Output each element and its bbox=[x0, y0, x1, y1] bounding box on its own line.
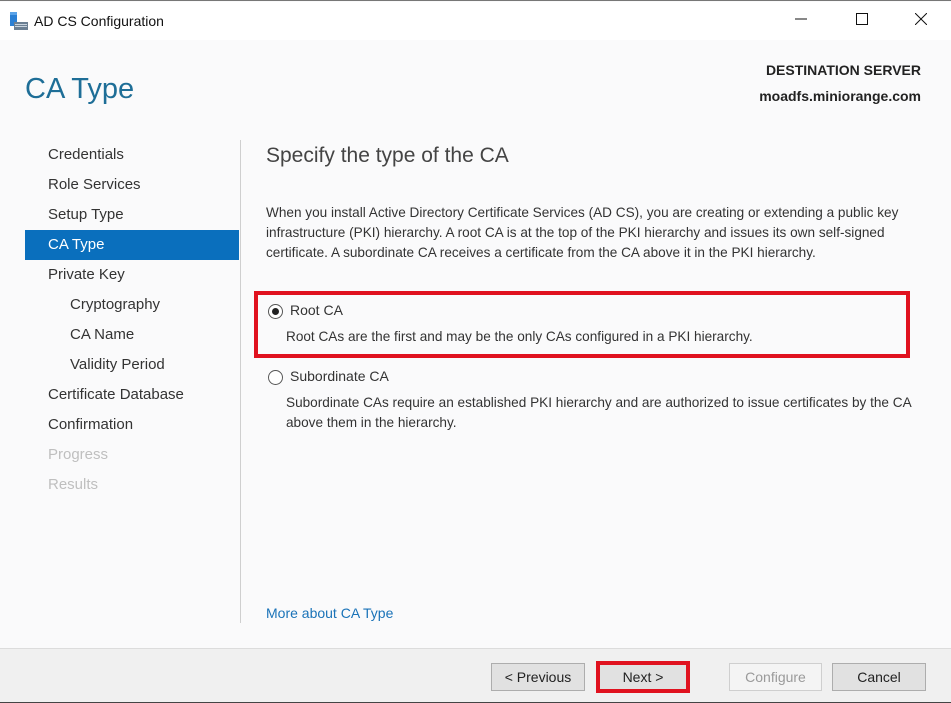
wizard-footer: < Previous Next > Configure Cancel bbox=[0, 648, 951, 703]
page-title: CA Type bbox=[25, 73, 135, 105]
cancel-button[interactable]: Cancel bbox=[832, 663, 926, 691]
close-button[interactable] bbox=[892, 2, 950, 40]
nav-item-ca-type[interactable]: CA Type bbox=[25, 230, 239, 260]
root-ca-description: Root CAs are the first and may be the on… bbox=[286, 329, 753, 344]
wizard-steps-nav: Credentials Role Services Setup Type CA … bbox=[25, 140, 239, 500]
root-ca-radio[interactable] bbox=[268, 304, 283, 319]
nav-item-results: Results bbox=[48, 476, 99, 493]
configure-button: Configure bbox=[729, 663, 822, 691]
maximize-icon bbox=[856, 12, 868, 30]
ca-type-description: When you install Active Directory Certif… bbox=[266, 205, 899, 260]
subordinate-ca-label[interactable]: Subordinate CA bbox=[290, 368, 389, 384]
root-ca-highlight-annotation bbox=[254, 291, 910, 358]
root-ca-label[interactable]: Root CA bbox=[290, 302, 343, 318]
main-content: Specify the type of the CA When you inst… bbox=[266, 141, 926, 260]
nav-item-certificate-database[interactable]: Certificate Database bbox=[25, 380, 239, 410]
server-icon bbox=[9, 12, 29, 32]
nav-item-progress: Progress bbox=[48, 446, 109, 463]
nav-item-cryptography[interactable]: Cryptography bbox=[25, 290, 239, 320]
nav-item-ca-name[interactable]: CA Name bbox=[25, 320, 239, 350]
subordinate-ca-description: Subordinate CAs require an established P… bbox=[286, 395, 911, 430]
nav-item-private-key[interactable]: Private Key bbox=[25, 260, 239, 290]
nav-item-credentials[interactable]: Credentials bbox=[25, 140, 239, 170]
section-heading: Specify the type of the CA bbox=[266, 144, 509, 167]
title-bar: AD CS Configuration bbox=[0, 2, 951, 40]
nav-item-confirmation[interactable]: Confirmation bbox=[25, 410, 239, 440]
nav-item-setup-type[interactable]: Setup Type bbox=[25, 200, 239, 230]
nav-item-validity-period[interactable]: Validity Period bbox=[25, 350, 239, 380]
sidebar-divider bbox=[240, 140, 241, 623]
destination-server-name: moadfs.miniorange.com bbox=[759, 88, 921, 104]
nav-item-role-services[interactable]: Role Services bbox=[25, 170, 239, 200]
minimize-button[interactable] bbox=[772, 2, 830, 40]
close-icon bbox=[914, 12, 928, 30]
subordinate-ca-radio[interactable] bbox=[268, 370, 283, 385]
ad-cs-configuration-window: AD CS Configuration CA Type DESTINATION … bbox=[0, 0, 951, 703]
maximize-button[interactable] bbox=[833, 2, 891, 40]
destination-server-label: DESTINATION SERVER bbox=[765, 62, 921, 78]
window-title: AD CS Configuration bbox=[34, 13, 164, 29]
previous-button[interactable]: < Previous bbox=[491, 663, 585, 691]
more-about-ca-type-link[interactable]: More about CA Type bbox=[266, 605, 393, 621]
next-button[interactable]: Next > bbox=[596, 661, 690, 693]
minimize-icon bbox=[795, 12, 807, 30]
